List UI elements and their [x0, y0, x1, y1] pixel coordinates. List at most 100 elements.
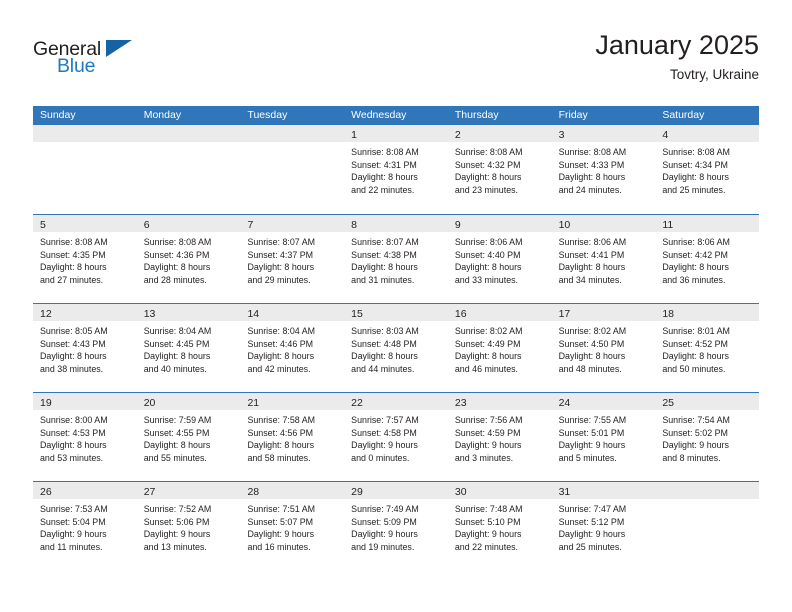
sunrise-text: Sunrise: 7:48 AM [454, 504, 523, 514]
daylight-text-cont: and 25 minutes. [662, 184, 726, 195]
daylight-text-cont: and 40 minutes. [143, 363, 207, 374]
general-blue-logo[interactable]: General Blue [33, 38, 153, 84]
day-number: 2 [454, 129, 461, 141]
daylight-text: Daylight: 8 hours [40, 440, 107, 451]
calendar-day-cell[interactable]: 18 Sunrise: 8:01 AM Sunset: 4:52 PM Dayligh… [655, 304, 760, 392]
calendar-day-cell[interactable]: 8 Sunrise: 8:07 AM Sunset: 4:38 PM Daylight… [344, 215, 448, 303]
day-number-band: 20 [136, 393, 241, 410]
day-number-band: 11 [655, 215, 760, 232]
daylight-text: Daylight: 8 hours [40, 351, 107, 362]
calendar-day-cell[interactable]: 14 Sunrise: 8:04 AM Sunset: 4:46 PM Dayligh… [240, 304, 345, 392]
calendar-day-cell[interactable]: 25 Sunrise: 7:54 AM Sunset: 5:02 PM Dayligh… [655, 393, 760, 481]
calendar-day-cell[interactable]: 15 Sunrise: 8:03 AM Sunset: 4:48 PM Dayligh… [344, 304, 448, 392]
day-details: Sunrise: 7:59 AM Sunset: 4:55 PM Daylight:… [137, 410, 241, 464]
weekday-header-tuesday: Tuesday [247, 109, 288, 121]
day-number-band: 10 [551, 215, 656, 232]
calendar-day-cell[interactable]: 26 Sunrise: 7:53 AM Sunset: 5:04 PM Dayligh… [33, 482, 137, 570]
calendar-day-cell[interactable]: 2 Sunrise: 8:08 AM Sunset: 4:32 PM Daylight… [447, 125, 552, 214]
calendar-day-cell[interactable]: 6 Sunrise: 8:08 AM Sunset: 4:36 PM Daylight… [136, 215, 241, 303]
calendar-day-cell[interactable]: 27 Sunrise: 7:52 AM Sunset: 5:06 PM Dayligh… [136, 482, 241, 570]
daylight-text: Daylight: 9 hours [662, 440, 729, 451]
calendar-day-cell[interactable]: 24 Sunrise: 7:55 AM Sunset: 5:01 PM Dayligh… [551, 393, 656, 481]
day-number-band: 17 [551, 304, 656, 321]
calendar-day-cell[interactable]: 11 Sunrise: 8:06 AM Sunset: 4:42 PM Dayligh… [655, 215, 760, 303]
calendar-day-cell[interactable]: 30 Sunrise: 7:48 AM Sunset: 5:10 PM Dayligh… [447, 482, 552, 570]
daylight-text: Daylight: 8 hours [558, 351, 626, 362]
day-number-band: 28 [240, 482, 345, 499]
calendar-week-row: 19 Sunrise: 8:00 AM Sunset: 4:53 PM Dayligh… [33, 392, 760, 481]
day-details: Sunrise: 8:08 AM Sunset: 4:33 PM Daylight:… [552, 142, 656, 196]
calendar-day-cell[interactable]: 5 Sunrise: 8:08 AM Sunset: 4:35 PM Daylight… [33, 215, 137, 303]
calendar-day-cell[interactable]: 1 Sunrise: 8:08 AM Sunset: 4:31 PM Daylight… [344, 125, 448, 214]
sunrise-text: Sunrise: 8:04 AM [247, 326, 316, 336]
day-details: Sunrise: 8:08 AM Sunset: 4:34 PM Daylight:… [655, 142, 759, 196]
calendar-week-row: 12 Sunrise: 8:05 AM Sunset: 4:43 PM Dayligh… [33, 303, 760, 392]
calendar-day-cell[interactable]: 16 Sunrise: 8:02 AM Sunset: 4:49 PM Dayligh… [447, 304, 552, 392]
day-number-band: 2 [447, 125, 552, 142]
day-number: 4 [662, 129, 669, 141]
day-number: 1 [351, 129, 357, 141]
day-details: Sunrise: 7:47 AM Sunset: 5:12 PM Daylight:… [552, 499, 656, 553]
day-number: 30 [454, 486, 467, 498]
day-number-band [240, 125, 345, 142]
sunrise-text: Sunrise: 8:07 AM [247, 237, 316, 247]
sunset-text: Sunset: 4:36 PM [143, 249, 210, 260]
day-number: 12 [40, 308, 52, 320]
calendar-day-cell[interactable]: 17 Sunrise: 8:02 AM Sunset: 4:50 PM Dayligh… [551, 304, 656, 392]
day-number-band: 24 [551, 393, 656, 410]
daylight-text: Daylight: 9 hours [247, 529, 315, 540]
calendar-day-cell[interactable]: 31 Sunrise: 7:47 AM Sunset: 5:12 PM Dayligh… [551, 482, 656, 570]
daylight-text-cont: and 55 minutes. [143, 452, 207, 463]
calendar-day-cell[interactable]: 12 Sunrise: 8:05 AM Sunset: 4:43 PM Dayligh… [33, 304, 137, 392]
day-number-band: 8 [344, 215, 448, 232]
day-details [240, 142, 344, 146]
calendar-day-cell[interactable]: 28 Sunrise: 7:51 AM Sunset: 5:07 PM Dayligh… [240, 482, 345, 570]
sunrise-text: Sunrise: 7:49 AM [351, 504, 419, 514]
day-number: 3 [558, 129, 565, 141]
calendar-day-cell[interactable]: 7 Sunrise: 8:07 AM Sunset: 4:37 PM Daylight… [240, 215, 345, 303]
sunset-text: Sunset: 4:38 PM [351, 249, 417, 260]
day-details: Sunrise: 7:58 AM Sunset: 4:56 PM Daylight:… [240, 410, 344, 464]
day-number-band: 31 [551, 482, 656, 499]
page-title: January 2025 [595, 30, 759, 60]
calendar-day-cell[interactable]: 21 Sunrise: 7:58 AM Sunset: 4:56 PM Dayligh… [240, 393, 345, 481]
sunrise-text: Sunrise: 8:05 AM [40, 326, 108, 336]
weekday-header-wednesday: Wednesday [351, 109, 407, 121]
calendar-day-cell[interactable]: 22 Sunrise: 7:57 AM Sunset: 4:58 PM Dayligh… [344, 393, 448, 481]
daylight-text: Daylight: 8 hours [662, 172, 729, 183]
calendar-day-cell[interactable]: 13 Sunrise: 8:04 AM Sunset: 4:45 PM Dayligh… [136, 304, 241, 392]
calendar-day-cell[interactable]: 29 Sunrise: 7:49 AM Sunset: 5:09 PM Dayligh… [344, 482, 448, 570]
calendar-day-cell[interactable]: 3 Sunrise: 8:08 AM Sunset: 4:33 PM Daylight… [551, 125, 656, 214]
daylight-text-cont: and 38 minutes. [40, 363, 104, 374]
day-number: 27 [143, 486, 156, 498]
calendar-day-cell[interactable]: 19 Sunrise: 8:00 AM Sunset: 4:53 PM Dayligh… [33, 393, 137, 481]
sunrise-text: Sunrise: 7:52 AM [143, 504, 212, 514]
sunrise-text: Sunrise: 8:06 AM [662, 237, 730, 247]
daylight-text-cont: and 23 minutes. [454, 184, 519, 195]
calendar-day-cell[interactable]: 20 Sunrise: 7:59 AM Sunset: 4:55 PM Dayligh… [136, 393, 241, 481]
calendar-week-row: 1 Sunrise: 8:08 AM Sunset: 4:31 PM Daylight… [33, 125, 760, 214]
day-number: 16 [454, 308, 467, 320]
day-number-band: 19 [33, 393, 137, 410]
sunrise-text: Sunrise: 8:08 AM [454, 147, 523, 157]
day-details: Sunrise: 8:08 AM Sunset: 4:35 PM Daylight:… [33, 232, 137, 286]
day-details [33, 142, 137, 146]
sunset-text: Sunset: 4:53 PM [40, 427, 106, 438]
weekday-header-friday: Friday [558, 109, 588, 121]
weekday-header-thursday: Thursday [454, 109, 499, 121]
calendar-day-cell[interactable]: 10 Sunrise: 8:06 AM Sunset: 4:41 PM Dayligh… [551, 215, 656, 303]
day-details: Sunrise: 7:49 AM Sunset: 5:09 PM Daylight:… [344, 499, 448, 553]
calendar-day-cell[interactable]: 9 Sunrise: 8:06 AM Sunset: 4:40 PM Daylight… [447, 215, 552, 303]
sunset-text: Sunset: 4:40 PM [454, 249, 521, 260]
calendar-day-cell[interactable]: 23 Sunrise: 7:56 AM Sunset: 4:59 PM Dayligh… [447, 393, 552, 481]
sunrise-text: Sunrise: 7:59 AM [143, 415, 212, 425]
day-number-band [33, 125, 137, 142]
sunrise-text: Sunrise: 8:08 AM [662, 147, 730, 157]
sunrise-text: Sunrise: 7:51 AM [247, 504, 316, 514]
day-details: Sunrise: 8:03 AM Sunset: 4:48 PM Daylight:… [344, 321, 448, 375]
daylight-text: Daylight: 8 hours [351, 262, 418, 273]
sunset-text: Sunset: 4:41 PM [558, 249, 625, 260]
daylight-text: Daylight: 8 hours [143, 351, 211, 362]
calendar-day-cell[interactable]: 4 Sunrise: 8:08 AM Sunset: 4:34 PM Daylight… [655, 125, 760, 214]
sunrise-text: Sunrise: 7:55 AM [558, 415, 627, 425]
